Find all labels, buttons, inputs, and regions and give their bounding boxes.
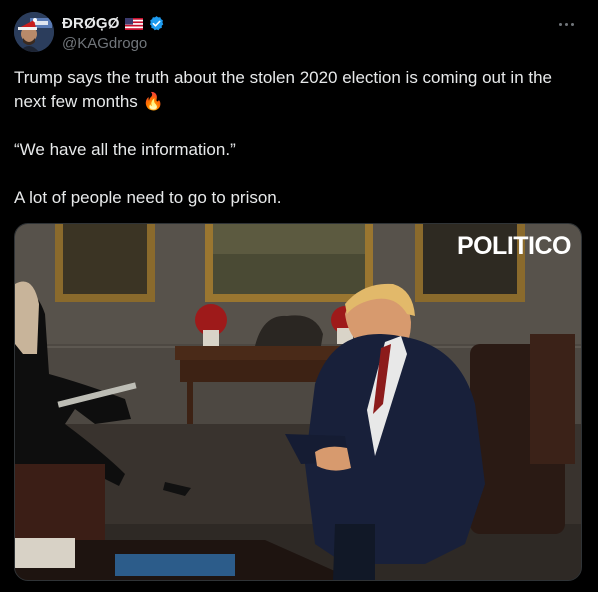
handle[interactable]: @KAGdrogo xyxy=(62,35,165,52)
author-names: ÐRØĢØ @KAGdrogo xyxy=(62,13,165,52)
interview-photo xyxy=(15,224,581,580)
tweet-line-1: Trump says the truth about the stolen 20… xyxy=(14,68,553,111)
tweet-line-2: “We have all the information.” xyxy=(14,140,236,159)
more-options-icon[interactable] xyxy=(554,14,578,34)
avatar-image xyxy=(14,12,54,52)
tweet: ÐRØĢØ @KAGdrogo Trump says the truth abo… xyxy=(0,0,598,592)
verified-badge-icon[interactable] xyxy=(148,15,165,32)
media-watermark: POLITICO xyxy=(456,232,572,260)
display-name[interactable]: ÐRØĢØ xyxy=(62,15,120,32)
name-line: ÐRØĢØ xyxy=(62,13,165,33)
tweet-text: Trump says the truth about the stolen 20… xyxy=(14,66,584,210)
us-flag-icon xyxy=(124,17,143,30)
tweet-media[interactable]: POLITICO xyxy=(14,223,582,581)
tweet-line-3: A lot of people need to go to prison. xyxy=(14,188,282,207)
avatar[interactable] xyxy=(14,12,54,52)
tweet-header: ÐRØĢØ @KAGdrogo xyxy=(14,12,584,54)
